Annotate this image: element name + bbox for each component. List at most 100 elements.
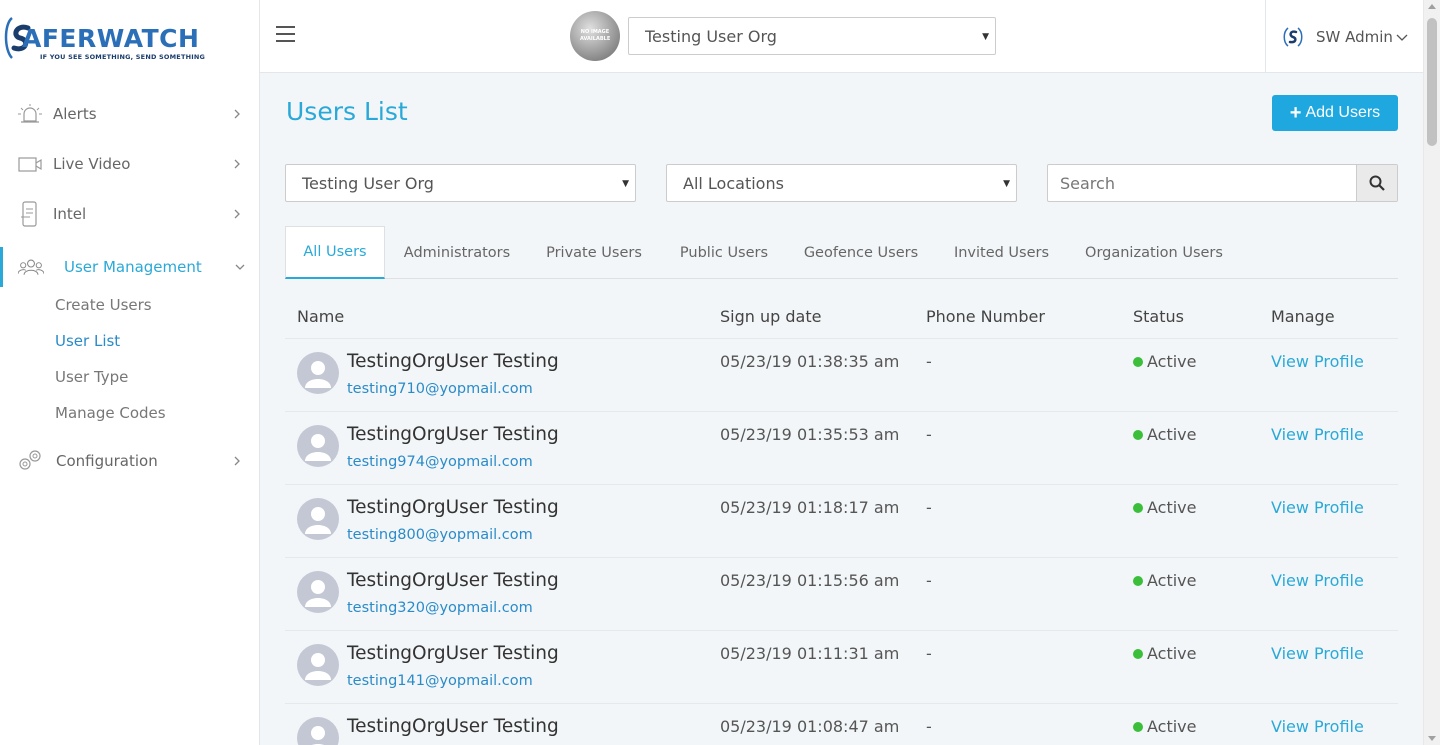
chevron-down-icon <box>1396 34 1408 41</box>
sidebar-subitem-create-users[interactable]: Create Users <box>55 296 152 314</box>
table-row: TestingOrgUser Testing testing320@yopmail… <box>285 557 1398 630</box>
tab-public-users[interactable]: Public Users <box>670 226 778 279</box>
view-profile-link[interactable]: View Profile <box>1271 425 1364 444</box>
status-badge: Active <box>1133 498 1197 517</box>
saferwatch-logo[interactable]: AFERWATCH IF YOU SEE SOMETHING, SEND SOM… <box>2 10 222 66</box>
sidebar-item-label: Intel <box>53 205 87 223</box>
user-avatar-icon <box>297 352 339 394</box>
signup-date: 05/23/19 01:08:47 am <box>720 717 900 736</box>
tab-organization-users[interactable]: Organization Users <box>1077 226 1231 279</box>
page-title: Users List <box>286 97 408 126</box>
phone-number: - <box>926 717 932 736</box>
scroll-up-arrow-icon[interactable] <box>1428 4 1436 9</box>
chevron-right-icon <box>234 456 240 466</box>
dropdown-caret-icon: ▼ <box>982 32 989 42</box>
users-icon <box>18 255 44 279</box>
status-dot-icon <box>1133 356 1143 367</box>
chevron-down-icon <box>235 264 245 270</box>
sidebar: AFERWATCH IF YOU SEE SOMETHING, SEND SOM… <box>0 0 260 745</box>
view-profile-link[interactable]: View Profile <box>1271 717 1364 736</box>
search-input[interactable] <box>1048 165 1357 201</box>
view-profile-link[interactable]: View Profile <box>1271 571 1364 590</box>
logo-tagline: IF YOU SEE SOMETHING, SEND SOMETHING <box>40 53 206 61</box>
location-filter-value: All Locations <box>683 173 784 193</box>
user-name: TestingOrgUser Testing <box>347 716 559 737</box>
scroll-down-arrow-icon[interactable] <box>1428 736 1436 741</box>
tab-geofence-users[interactable]: Geofence Users <box>796 226 926 279</box>
chevron-right-icon <box>234 159 240 169</box>
status-badge: Active <box>1133 717 1197 736</box>
sidebar-item-configuration[interactable]: Configuration <box>0 441 259 481</box>
status-dot-icon <box>1133 648 1143 659</box>
status-badge: Active <box>1133 644 1197 663</box>
phone-number: - <box>926 571 932 590</box>
add-users-label: Add Users <box>1305 104 1381 121</box>
saferwatch-s-icon <box>1283 27 1303 47</box>
sidebar-subitem-user-list[interactable]: User List <box>55 332 120 350</box>
column-header-status: Status <box>1133 307 1184 326</box>
plus-icon: + <box>1289 102 1302 124</box>
table-row: TestingOrgUser Testing testing710@yopmail… <box>285 338 1398 411</box>
user-email-link[interactable]: testing710@yopmail.com <box>347 381 533 397</box>
search-box <box>1047 164 1398 202</box>
sidebar-subitem-user-type[interactable]: User Type <box>55 368 128 386</box>
user-name: TestingOrgUser Testing <box>347 570 559 591</box>
status-dot-icon <box>1133 429 1143 440</box>
phone-number: - <box>926 498 932 517</box>
view-profile-link[interactable]: View Profile <box>1271 352 1364 371</box>
sidebar-item-live-video[interactable]: Live Video <box>0 144 259 184</box>
vertical-scrollbar[interactable] <box>1423 0 1440 745</box>
user-menu[interactable]: SW Admin <box>1282 22 1409 52</box>
status-text: Active <box>1147 498 1197 517</box>
table-row: TestingOrgUser Testing testing974@yopmail… <box>285 411 1398 484</box>
table-row: TestingOrgUser Testing testing800@yopmail… <box>285 484 1398 557</box>
column-header-signup-date: Sign up date <box>720 307 822 326</box>
location-filter-select[interactable]: All Locations ▼ <box>666 164 1017 202</box>
signup-date: 05/23/19 01:11:31 am <box>720 644 900 663</box>
status-text: Active <box>1147 352 1197 371</box>
scrollbar-thumb[interactable] <box>1427 18 1437 146</box>
status-dot-icon <box>1133 502 1143 513</box>
sidebar-item-intel[interactable]: Intel <box>0 194 259 234</box>
org-filter-select[interactable]: Testing User Org ▼ <box>285 164 636 202</box>
org-filter-value: Testing User Org <box>302 173 434 193</box>
divider <box>1265 0 1266 72</box>
sidebar-item-alerts[interactable]: Alerts <box>0 94 259 134</box>
sidebar-subitem-manage-codes[interactable]: Manage Codes <box>55 404 166 422</box>
view-profile-link[interactable]: View Profile <box>1271 644 1364 663</box>
status-badge: Active <box>1133 571 1197 590</box>
user-avatar-icon <box>297 498 339 540</box>
tab-private-users[interactable]: Private Users <box>537 226 651 279</box>
search-button[interactable] <box>1356 165 1397 201</box>
status-dot-icon <box>1133 575 1143 586</box>
org-select-value: Testing User Org <box>645 26 777 46</box>
sidebar-item-label: Alerts <box>53 105 97 123</box>
user-tabs: All Users Administrators Private Users P… <box>285 226 1398 279</box>
tab-administrators[interactable]: Administrators <box>391 226 523 279</box>
sidebar-item-label: Live Video <box>53 155 131 173</box>
view-profile-link[interactable]: View Profile <box>1271 498 1364 517</box>
tab-invited-users[interactable]: Invited Users <box>945 226 1058 279</box>
siren-icon <box>17 102 43 126</box>
user-email-link[interactable]: testing800@yopmail.com <box>347 527 533 543</box>
column-header-name: Name <box>297 307 345 326</box>
user-email-link[interactable]: testing320@yopmail.com <box>347 600 533 616</box>
tab-all-users[interactable]: All Users <box>285 226 385 279</box>
sidebar-item-user-management[interactable]: User Management <box>0 247 259 287</box>
signup-date: 05/23/19 01:35:53 am <box>720 425 900 444</box>
user-name: SW Admin <box>1316 28 1393 46</box>
add-users-button[interactable]: + Add Users <box>1272 95 1398 131</box>
status-badge: Active <box>1133 425 1197 444</box>
signup-date: 05/23/19 01:38:35 am <box>720 352 900 371</box>
org-select[interactable]: Testing User Org ▼ <box>628 17 996 55</box>
status-badge: Active <box>1133 352 1197 371</box>
user-name: TestingOrgUser Testing <box>347 643 559 664</box>
phone-number: - <box>926 425 932 444</box>
dropdown-caret-icon: ▼ <box>622 179 629 189</box>
user-email-link[interactable]: testing141@yopmail.com <box>347 673 533 689</box>
hamburger-menu-icon[interactable] <box>276 26 296 44</box>
phone-number: - <box>926 352 932 371</box>
user-name: TestingOrgUser Testing <box>347 424 559 445</box>
chevron-right-icon <box>234 209 240 219</box>
user-email-link[interactable]: testing974@yopmail.com <box>347 454 533 470</box>
